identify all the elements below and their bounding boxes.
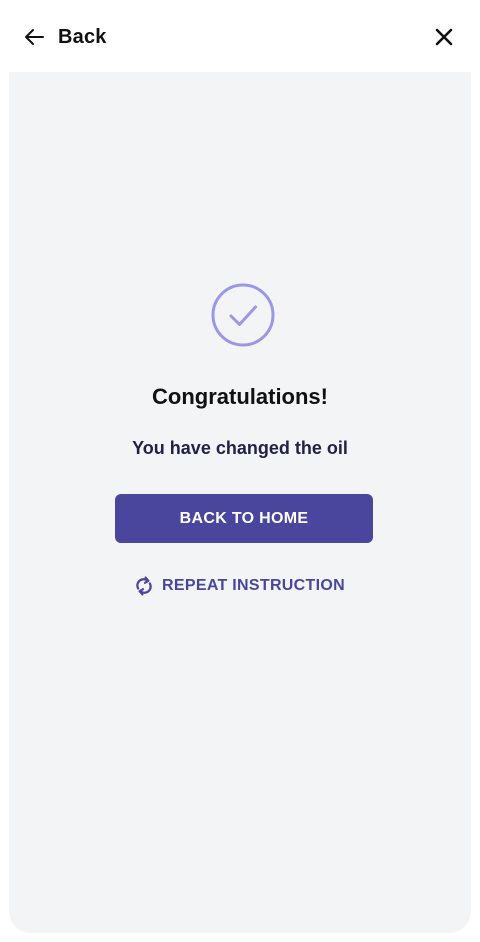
top-bar: Back [0, 0, 480, 72]
repeat-instruction-button[interactable]: REPEAT INSTRUCTION [0, 574, 480, 598]
success-title: Congratulations! [152, 384, 328, 409]
arrow-left-icon [24, 28, 44, 46]
success-message: You have changed the oil [132, 438, 348, 458]
check-circle-icon [210, 282, 276, 348]
back-label: Back [58, 25, 107, 48]
close-button[interactable] [432, 25, 456, 49]
back-button[interactable]: Back [24, 24, 107, 50]
close-icon [432, 25, 456, 49]
repeat-instruction-label: REPEAT INSTRUCTION [162, 577, 345, 594]
back-to-home-button[interactable]: BACK TO HOME [115, 494, 373, 543]
repeat-icon [135, 576, 153, 596]
